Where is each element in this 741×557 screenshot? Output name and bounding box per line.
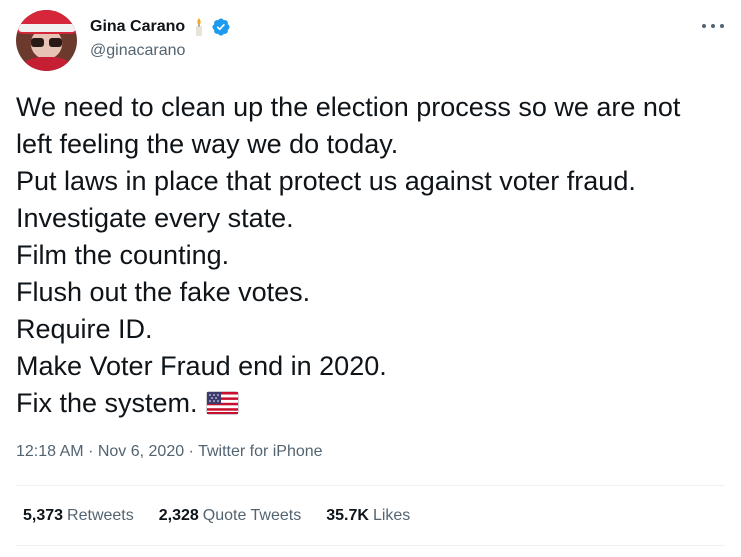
more-options-icon[interactable] [702, 17, 724, 35]
avatar-scarf [24, 57, 70, 71]
tweet-card: Gina Carano @ginacarano We need to clean… [0, 0, 741, 557]
tweet-line: Flush out the fake votes. [16, 277, 311, 307]
tweet-time[interactable]: 12:18 AM [16, 443, 84, 460]
avatar-sunglasses [31, 38, 62, 47]
tweet-line: Film the counting. [16, 240, 230, 270]
verified-badge-icon [211, 17, 231, 37]
tweet-line: We need to clean up the election process… [16, 92, 681, 122]
likes-count: 35.7K [326, 507, 369, 524]
avatar[interactable] [16, 10, 77, 71]
tweet-line: left feeling the way we do today. [16, 129, 399, 159]
divider [16, 545, 725, 546]
retweets-label: Retweets [67, 507, 134, 524]
avatar-hat-band [18, 24, 76, 32]
tweet-date[interactable]: Nov 6, 2020 [98, 443, 184, 460]
tweet-line: Put laws in place that protect us agains… [16, 166, 636, 196]
retweets-count: 5,373 [23, 507, 64, 524]
tweet-meta: 12:18 AM · Nov 6, 2020 · Twitter for iPh… [16, 443, 323, 461]
author-name-row: Gina Carano [90, 15, 231, 39]
meta-separator: · [188, 443, 194, 460]
author-display-name[interactable]: Gina Carano [90, 18, 185, 36]
candle-emoji-icon [193, 17, 205, 37]
tweet-line: Make Voter Fraud end in 2020. [16, 351, 387, 381]
likes-label: Likes [372, 507, 411, 524]
divider [16, 485, 725, 486]
us-flag-icon [205, 388, 239, 425]
author-handle[interactable]: @ginacarano [90, 42, 185, 60]
quote-tweets-count: 2,328 [158, 507, 199, 524]
tweet-source[interactable]: Twitter for iPhone [198, 443, 323, 460]
retweets-stat[interactable]: 5,373 Retweets [23, 507, 134, 525]
tweet-line: Fix the system. [16, 388, 198, 418]
tweet-last-line: Fix the system. [16, 385, 728, 425]
tweet-text: We need to clean up the election process… [16, 89, 728, 425]
engagement-stats: 5,373 Retweets 2,328 Quote Tweets 35.7K Lik… [23, 507, 435, 525]
quote-tweets-stat[interactable]: 2,328 Quote Tweets [159, 507, 301, 525]
tweet-line: Require ID. [16, 314, 153, 344]
tweet-line: Investigate every state. [16, 203, 294, 233]
meta-separator: · [88, 443, 94, 460]
quote-tweets-label: Quote Tweets [202, 507, 302, 524]
likes-stat[interactable]: 35.7K Likes [326, 507, 410, 525]
